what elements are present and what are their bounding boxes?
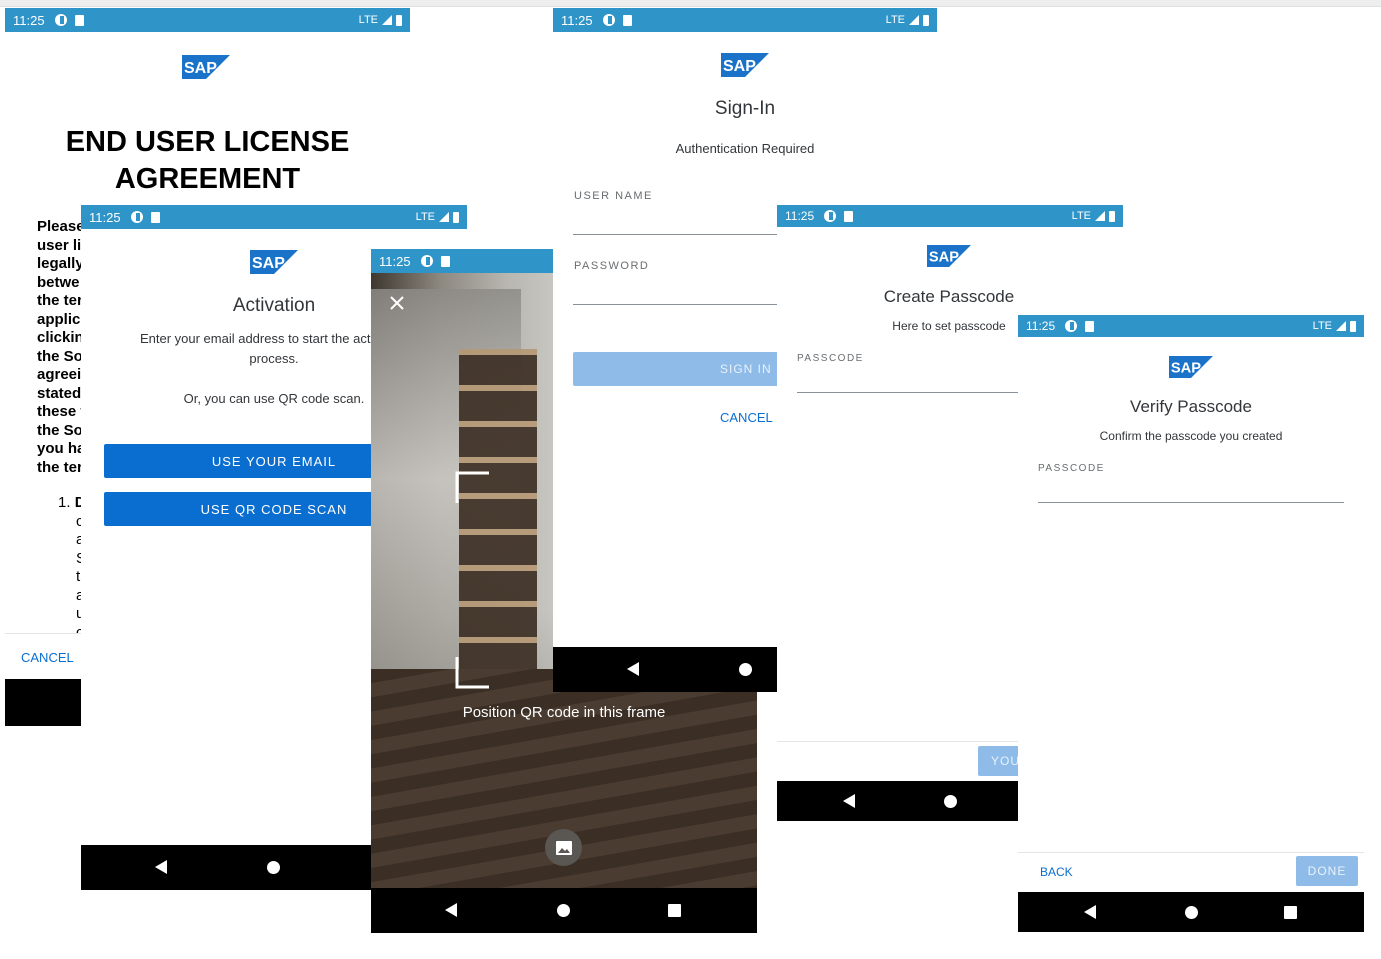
svg-text:SAP: SAP [252,255,285,272]
signal-icon [1095,211,1105,221]
sap-logo: SAP [1169,356,1217,380]
status-time: 11:25 [785,209,815,223]
network-label: LTE [415,211,435,223]
sap-logo: SAP [250,250,298,274]
image-icon[interactable] [545,829,582,866]
home-icon[interactable] [267,861,280,874]
back-icon[interactable] [627,662,639,676]
back-icon[interactable] [155,860,167,874]
passcode-label: PASSCODE [1038,463,1105,474]
status-time: 11:25 [561,12,593,28]
sync-icon [420,255,433,267]
back-icon[interactable] [445,903,457,917]
create-passcode-title: Create Passcode [883,287,1015,306]
passcode-input[interactable] [1038,479,1344,503]
home-icon[interactable] [557,904,570,917]
svg-text:SAP: SAP [723,58,756,75]
network-label: LTE [358,14,378,26]
status-time: 11:25 [379,253,411,269]
signin-subtitle: Authentication Required [675,141,815,156]
window-top-edge [0,0,1381,7]
sim-card-icon [622,14,632,26]
sync-icon [130,211,143,223]
sync-icon [1065,320,1078,332]
status-bar: 11:25 LTE [81,205,467,229]
eula-title: END USER LICENSE AGREEMENT [65,126,350,195]
sync-icon [602,14,615,26]
sap-logo: SAP [927,245,975,269]
passcode-underline [1038,502,1344,503]
status-bar: 11:25 [371,249,553,273]
sim-card-icon [440,255,450,267]
signal-icon [439,212,449,222]
back-icon[interactable] [843,794,855,808]
eula-cancel-button[interactable]: CANCEL [21,650,74,665]
verify-passcode-footer: BACK DONE [1018,852,1364,893]
status-bar: 11:25 LTE [777,205,1123,227]
eula-list-number: 1. [58,494,75,511]
network-label: LTE [1071,210,1091,222]
battery-icon [1109,210,1115,222]
back-icon[interactable] [1084,905,1096,919]
battery-icon [453,211,459,223]
battery-icon [923,14,929,26]
sim-card-icon [150,211,160,223]
qr-hint-text: Position QR code in this frame [462,704,666,721]
network-label: LTE [1312,320,1332,332]
done-button[interactable]: DONE [1296,856,1358,886]
svg-text:SAP: SAP [929,250,959,266]
status-bar: 11:25 LTE [5,8,410,32]
battery-icon [1350,320,1356,332]
back-button[interactable]: BACK [1040,865,1073,879]
battery-icon [396,14,402,26]
sync-icon [54,14,67,26]
sim-card-icon [1085,320,1095,332]
verify-passcode-screen: 11:25 LTE SAP Verify Passcode Confirm th… [1018,315,1364,932]
passcode-label: PASSCODE [797,353,864,364]
verify-passcode-navbar [1018,892,1364,932]
status-time: 11:25 [13,12,45,28]
status-time: 11:25 [89,209,121,225]
username-label: USER NAME [574,190,653,202]
home-icon[interactable] [739,663,752,676]
sap-logo: SAP [182,55,230,79]
signal-icon [382,15,392,25]
qr-navbar [371,888,757,933]
sim-card-icon [844,210,854,222]
next-button-label: YOU [991,754,1021,768]
status-bar: 11:25 LTE [553,8,937,32]
sap-logo: SAP [721,53,769,77]
signin-title: Sign-In [714,98,776,119]
network-label: LTE [885,14,905,26]
verify-passcode-title: Verify Passcode [1130,397,1252,416]
signin-cancel-button[interactable]: CANCEL [720,410,773,425]
recents-icon[interactable] [668,904,681,917]
verify-passcode-subtitle: Confirm the passcode you created [1099,429,1283,443]
password-label: PASSWORD [574,260,650,272]
svg-text:SAP: SAP [1171,361,1201,377]
svg-text:SAP: SAP [184,60,217,77]
sync-icon [824,210,837,222]
signal-icon [1336,321,1346,331]
sim-card-icon [74,14,84,26]
home-icon[interactable] [944,795,957,808]
close-icon[interactable] [389,295,405,311]
signal-icon [909,15,919,25]
status-bar: 11:25 LTE [1018,315,1364,337]
status-time: 11:25 [1026,319,1056,333]
signin-button-label: SIGN IN [720,362,772,376]
home-icon[interactable] [1185,906,1198,919]
recents-icon[interactable] [1284,906,1297,919]
